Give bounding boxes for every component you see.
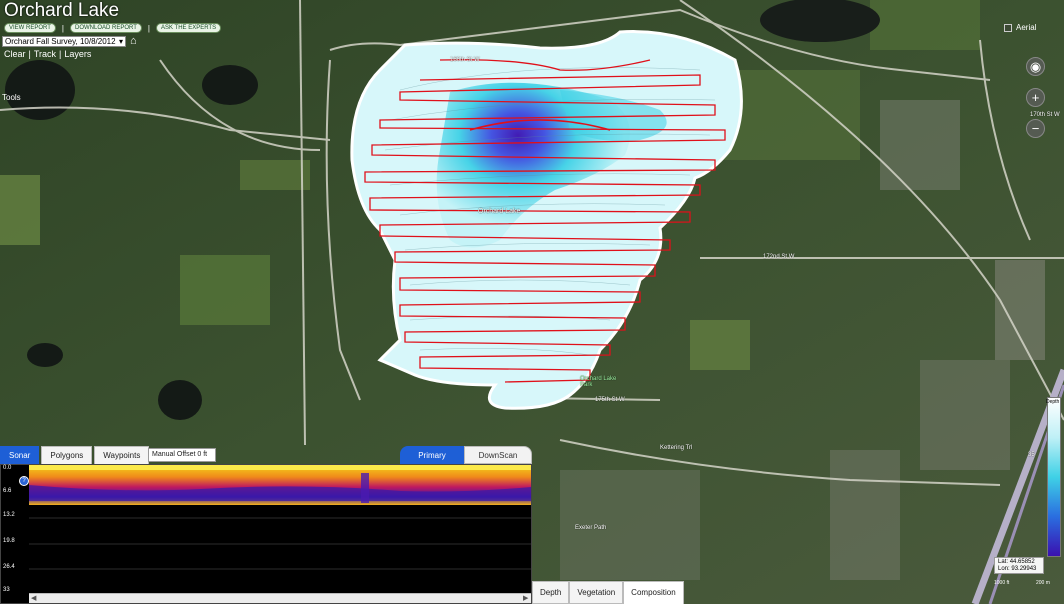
aerial-toggle[interactable]: Aerial (1004, 23, 1036, 32)
locate-icon[interactable]: ◉ (1026, 57, 1045, 76)
tab-waypoints[interactable]: Waypoints (94, 446, 150, 464)
road-label: Kettering Trl (660, 445, 693, 451)
lon-value: 93.29943 (1011, 566, 1037, 572)
road-label: 160th St W (450, 57, 480, 63)
road-label: Exeter Path (575, 525, 607, 531)
depth-tick: 19.8 (3, 538, 15, 544)
layers-link[interactable]: Layers (64, 49, 91, 59)
clear-link[interactable]: Clear (4, 49, 26, 59)
depth-tick: 33 (3, 587, 10, 593)
survey-select[interactable]: Orchard Fall Survey, 10/8/2012 ▾ (2, 36, 126, 47)
park-label: Orchard Lake Park (580, 376, 617, 388)
depth-tick: 13.2 (3, 512, 15, 518)
tab-composition[interactable]: Composition (623, 581, 684, 604)
link-separator: | (147, 23, 150, 33)
sonar-marker[interactable]: ? (19, 476, 29, 486)
scroll-right-icon[interactable]: ▶ (523, 594, 528, 602)
control-separator: | (59, 49, 62, 59)
zoom-out-icon[interactable]: − (1026, 119, 1045, 138)
manual-offset-input[interactable]: Manual Offset 0 ft (148, 448, 216, 462)
lake-label: Orchard Lake (478, 208, 521, 215)
tab-vegetation[interactable]: Vegetation (569, 581, 624, 604)
link-separator: | (61, 23, 64, 33)
page-title: Orchard Lake (4, 0, 120, 21)
scroll-left-icon[interactable]: ◀ (31, 594, 36, 602)
aerial-label: Aerial (1016, 23, 1037, 32)
lat-value: 44.65852 (1009, 559, 1035, 565)
highway-shield: 35 (1028, 452, 1035, 458)
aerial-checkbox[interactable] (1004, 23, 1012, 32)
tab-downscan[interactable]: DownScan (464, 446, 532, 464)
survey-select-value: Orchard Fall Survey, 10/8/2012 (5, 37, 116, 46)
lon-label: Lon: (998, 566, 1010, 572)
lat-label: Lat: (998, 559, 1009, 565)
depth-legend (1047, 397, 1061, 557)
chevron-down-icon: ▾ (118, 37, 123, 46)
sonar-tabs: Sonar Polygons Waypoints (0, 446, 150, 464)
sonar-image (29, 465, 531, 570)
download-report-link[interactable]: DOWNLOAD REPORT (69, 23, 142, 33)
track-link[interactable]: Track (34, 49, 56, 59)
tab-primary[interactable]: Primary (400, 446, 464, 464)
road-label: 170th St W (1030, 112, 1060, 118)
road-label: 175th St W (595, 397, 625, 403)
zoom-in-icon[interactable]: + (1026, 88, 1045, 107)
depth-tick: 0.0 (3, 465, 12, 471)
control-separator: | (28, 49, 31, 59)
sonar-view[interactable]: 0.0 6.6 13.2 19.8 26.4 33 ? ◀ ▶ (0, 464, 532, 604)
lat-lon-readout: Lat: 44.65852 Lon: 93.29943 (994, 557, 1044, 574)
view-report-link[interactable]: VIEW REPORT (4, 23, 56, 33)
scale-left: 1000 ft (994, 580, 1010, 586)
sonar-scrollbar[interactable] (29, 593, 531, 603)
report-links: VIEW REPORT | DOWNLOAD REPORT | ASK THE … (4, 23, 222, 33)
depth-legend-label: Depth (1046, 399, 1060, 405)
home-icon[interactable]: ⌂ (130, 35, 137, 47)
tools-label[interactable]: Tools (2, 93, 21, 102)
depth-tick: 26.4 (3, 564, 15, 570)
depth-tick: 6.6 (3, 488, 12, 494)
scale-right: 200 m (1036, 580, 1050, 586)
road-label: 172nd St W (763, 254, 795, 260)
layer-tabs: Depth Vegetation Composition (532, 581, 684, 604)
tab-sonar[interactable]: Sonar (0, 446, 40, 464)
map-controls: Clear | Track | Layers (4, 49, 91, 59)
ask-experts-link[interactable]: ASK THE EXPERTS (155, 23, 222, 33)
tab-depth[interactable]: Depth (532, 581, 570, 604)
source-tabs: Primary DownScan (400, 446, 532, 464)
tab-polygons[interactable]: Polygons (41, 446, 93, 464)
